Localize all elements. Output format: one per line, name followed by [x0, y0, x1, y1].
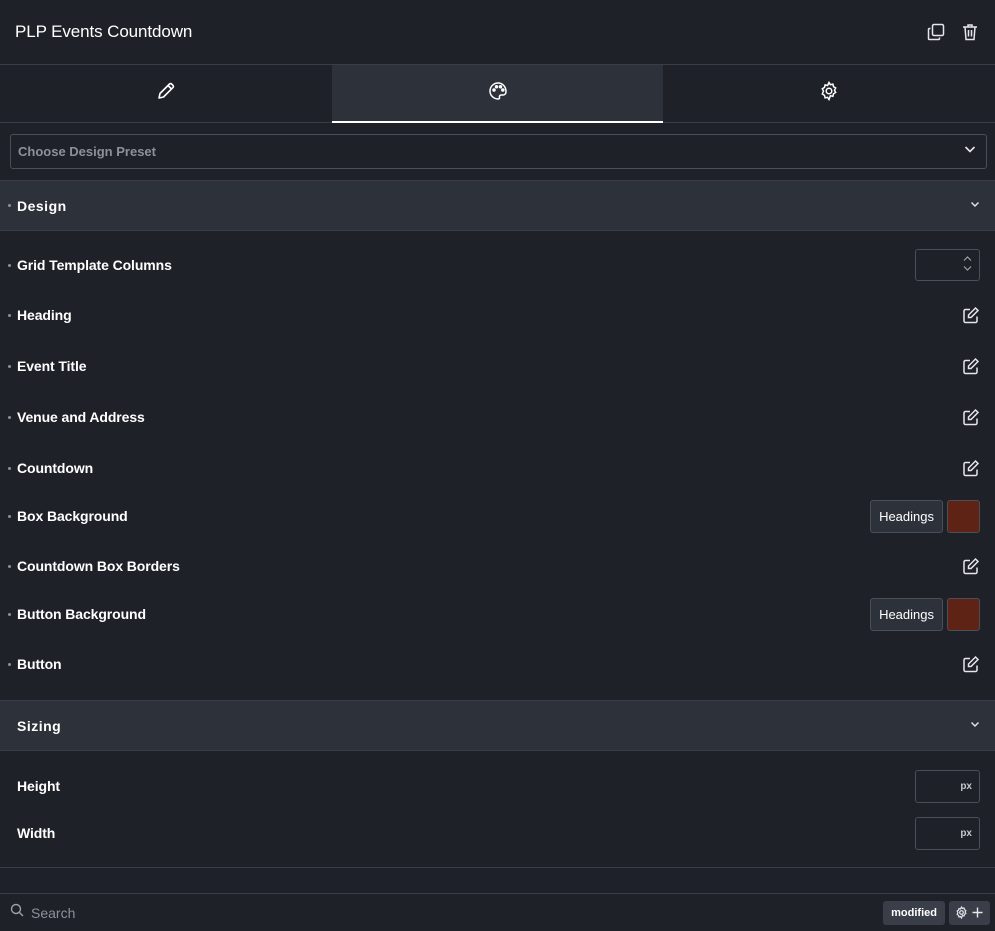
edit-icon[interactable]	[962, 306, 980, 324]
gear-icon	[819, 80, 839, 106]
row-venue-and-address: Venue and Address	[0, 397, 995, 437]
palette-icon	[488, 81, 508, 106]
row-box-background: Box Background Headings	[0, 496, 995, 536]
panel-header: PLP Events Countdown	[0, 0, 995, 65]
number-spinner[interactable]	[963, 255, 972, 272]
design-preset-select[interactable]: Choose Design Preset	[10, 134, 987, 169]
unit-label: px	[960, 780, 972, 792]
chevron-down-icon	[963, 266, 972, 271]
divider	[0, 867, 995, 868]
search-icon	[10, 903, 24, 922]
search-input[interactable]	[31, 904, 331, 921]
tab-style[interactable]	[331, 65, 664, 123]
row-button-background: Button Background Headings	[0, 594, 995, 634]
modified-dot	[8, 415, 11, 419]
plus-icon	[972, 907, 983, 918]
global-color-button[interactable]: Headings	[870, 597, 943, 631]
edit-icon[interactable]	[962, 357, 980, 375]
modified-dot	[8, 662, 11, 666]
row-event-title: Event Title	[0, 346, 995, 386]
add-setting-button[interactable]	[949, 900, 990, 925]
row-countdown-box-borders: Countdown Box Borders	[0, 546, 995, 586]
edit-icon[interactable]	[962, 459, 980, 477]
row-countdown: Countdown	[0, 448, 995, 488]
height-input[interactable]: px	[915, 769, 980, 803]
duplicate-icon[interactable]	[927, 23, 945, 41]
modified-dot	[8, 263, 11, 267]
footer-actions: modified	[883, 900, 990, 925]
modified-dot	[8, 564, 11, 568]
global-color-button[interactable]: Headings	[870, 499, 943, 533]
element-panel: PLP Events Countdown Choose Design Prese…	[0, 0, 995, 931]
preset-placeholder: Choose Design Preset	[18, 144, 156, 159]
trash-icon[interactable]	[961, 23, 979, 41]
modified-dot	[8, 612, 11, 616]
chevron-up-icon	[963, 256, 972, 261]
chevron-down-icon	[963, 142, 977, 161]
modified-dot	[8, 204, 11, 207]
modified-dot	[8, 514, 11, 518]
row-button: Button	[0, 644, 995, 684]
search-bar	[10, 903, 331, 922]
color-swatch[interactable]	[947, 597, 980, 631]
section-sizing-header[interactable]: Sizing	[0, 700, 995, 751]
chevron-down-icon	[969, 717, 981, 735]
row-width: Width px	[0, 813, 995, 853]
modified-filter-button[interactable]: modified	[883, 900, 945, 925]
grid-columns-input[interactable]	[915, 249, 980, 281]
panel-tabs	[0, 65, 995, 123]
edit-icon[interactable]	[962, 655, 980, 673]
panel-footer: modified	[0, 893, 995, 931]
edit-icon[interactable]	[962, 557, 980, 575]
panel-title: PLP Events Countdown	[15, 22, 193, 41]
box-background-control: Headings	[870, 499, 980, 533]
row-height: Height px	[0, 766, 995, 806]
section-design-title: Design	[8, 198, 67, 214]
button-background-control: Headings	[870, 597, 980, 631]
modified-dot	[8, 313, 11, 317]
pencil-icon	[156, 81, 176, 106]
tab-content[interactable]	[0, 65, 332, 122]
header-actions	[927, 23, 979, 41]
row-grid-template-columns: Grid Template Columns	[0, 245, 995, 285]
tab-advanced[interactable]	[663, 65, 995, 122]
modified-dot	[8, 466, 11, 470]
row-heading: Heading	[0, 295, 995, 335]
gear-icon	[956, 906, 967, 919]
edit-icon[interactable]	[962, 408, 980, 426]
unit-label: px	[960, 827, 972, 839]
section-design-header[interactable]: Design	[0, 180, 995, 231]
chevron-down-icon	[969, 197, 981, 215]
width-input[interactable]: px	[915, 816, 980, 850]
color-swatch[interactable]	[947, 499, 980, 533]
modified-dot	[8, 364, 11, 368]
section-sizing-title: Sizing	[17, 717, 62, 734]
